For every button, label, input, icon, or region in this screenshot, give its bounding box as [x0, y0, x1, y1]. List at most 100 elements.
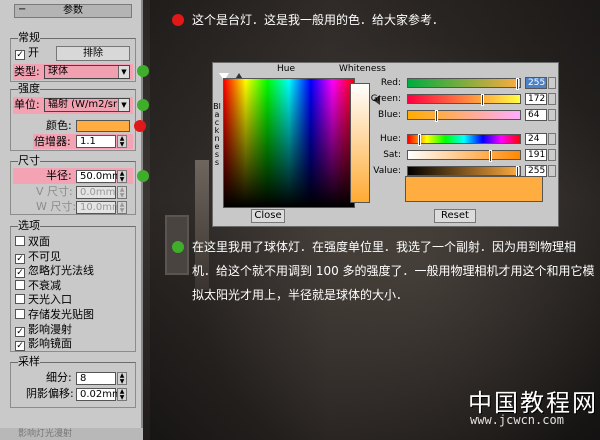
chevron-down-icon: ▼ [118, 99, 129, 111]
wsize-label: W 尺寸: [36, 200, 77, 213]
spinner-arrows-icon[interactable]: ▲ ▼ [117, 135, 127, 148]
light-parameters-panel: − 参数 常规 ✓ 开 排除 类型: 球体 ▼ 强度 单位: 辐射 (W/m2/s… [0, 0, 143, 440]
slider-value[interactable]: 255 [525, 77, 547, 89]
group-sampling [10, 362, 136, 408]
reset-button[interactable]: Reset [434, 209, 476, 223]
slider-track[interactable] [407, 134, 521, 146]
site-url: www.jcwcn.com [470, 413, 564, 427]
option-label: 不衰减 [28, 278, 61, 292]
annotation-marker-color [134, 120, 146, 132]
shadow-bias-label: 阴影偏移: [26, 387, 74, 400]
spinner-arrows-icon[interactable] [548, 133, 556, 145]
whiteness-header: Whiteness [339, 64, 386, 74]
slider-label: Red: [380, 78, 401, 88]
option-checkbox[interactable]: ✓ [15, 341, 25, 352]
slider-knob[interactable] [418, 134, 422, 146]
annotation-marker-radius [137, 170, 149, 182]
option-row[interactable]: ✓ 忽略灯光法线 [15, 264, 94, 279]
option-row[interactable]: ✓ 影响漫射 [15, 323, 72, 337]
slider-row: Red: 255 [371, 77, 558, 90]
type-dropdown[interactable]: 球体 ▼ [44, 65, 130, 79]
color-selector-dialog: Hue Whiteness Blackness Red: 255 Green: 172… [212, 62, 559, 227]
multiplier-value: 1.1 [80, 136, 96, 147]
option-row[interactable]: 双面 [15, 235, 50, 249]
wsize-value: 10.0mm [80, 202, 122, 213]
option-checkbox[interactable] [15, 294, 25, 305]
wsize-spinner[interactable]: 10.0mm ▲ ▼ [76, 201, 127, 214]
radius-value: 50.0mm [80, 171, 122, 182]
chevron-down-icon: ▼ [118, 66, 129, 78]
option-row[interactable]: 不衰减 [15, 279, 61, 293]
current-color-swatch [405, 176, 543, 202]
group-size-label: 尺寸 [18, 154, 40, 167]
slider-track[interactable] [407, 150, 521, 162]
slider-track[interactable] [407, 78, 521, 90]
hue-blackness-picker[interactable] [223, 78, 355, 208]
option-label: 影响镜面 [28, 337, 72, 351]
radius-label: 半径: [46, 169, 72, 182]
rollout-title: 参数 [63, 5, 83, 16]
multiplier-spinner[interactable]: 1.1 ▲ ▼ [76, 135, 127, 148]
slider-value[interactable]: 191 [525, 149, 547, 161]
slider-row: Blue: 64 [371, 109, 558, 122]
slider-value[interactable]: 172 [525, 93, 547, 105]
spinner-arrows-icon[interactable] [548, 77, 556, 89]
on-checkbox-row[interactable]: ✓ 开 [15, 46, 39, 60]
spinner-arrows-icon[interactable]: ▲ ▼ [117, 186, 127, 199]
radius-spinner[interactable]: 50.0mm ▲ ▼ [76, 170, 127, 183]
option-label: 忽略灯光法线 [28, 264, 94, 278]
vsize-spinner[interactable]: 0.0mm ▲ ▼ [76, 186, 127, 199]
option-checkbox[interactable]: ✓ [15, 326, 25, 337]
option-row[interactable]: ✓ 不可见 [15, 250, 61, 264]
close-button[interactable]: Close [251, 209, 285, 223]
option-row[interactable]: ✓ 影响镜面 [15, 337, 72, 352]
option-label: 不可见 [28, 249, 61, 263]
shadow-bias-value: 0.02mm [80, 389, 122, 400]
slider-track[interactable] [407, 94, 521, 106]
option-row[interactable]: 存储发光贴图 [15, 308, 94, 322]
subdivs-spinner[interactable]: 8 ▲ ▼ [76, 372, 127, 385]
option-checkbox[interactable] [15, 279, 25, 290]
slider-row: Hue: 24 [371, 133, 558, 146]
slider-value[interactable]: 64 [525, 109, 547, 121]
option-checkbox[interactable]: ✓ [15, 268, 25, 279]
blackness-label: Blackness [213, 102, 221, 167]
option-checkbox[interactable] [15, 236, 25, 246]
exclude-button[interactable]: 排除 [56, 46, 130, 61]
spinner-arrows-icon[interactable]: ▲ ▼ [117, 372, 127, 385]
unit-dropdown[interactable]: 辐射 (W/m2/sr) ▼ [44, 98, 130, 112]
option-checkbox[interactable] [15, 309, 25, 319]
spinner-arrows-icon[interactable] [548, 149, 556, 161]
option-label: 双面 [28, 235, 50, 248]
slider-knob[interactable] [435, 110, 438, 122]
spinner-arrows-icon[interactable] [548, 93, 556, 105]
slider-value[interactable]: 24 [525, 133, 547, 145]
slider-label: Green: [370, 94, 401, 104]
annotation-marker-type [137, 65, 149, 77]
unit-dropdown-value: 辐射 (W/m2/sr) [48, 99, 122, 110]
slider-knob[interactable] [480, 94, 484, 106]
slider-knob[interactable] [488, 150, 492, 162]
option-label: 天光入口 [28, 293, 72, 307]
rollout-header[interactable]: − 参数 [14, 4, 132, 18]
slider-knob[interactable] [516, 78, 519, 90]
on-checkbox[interactable]: ✓ [15, 50, 25, 60]
hue-header: Hue [277, 64, 296, 74]
spinner-arrows-icon[interactable]: ▲ ▼ [117, 201, 127, 214]
option-row[interactable]: 天光入口 [15, 293, 72, 307]
spinner-arrows-icon[interactable]: ▲ ▼ [117, 388, 127, 401]
on-label: 开 [28, 46, 39, 59]
spinner-arrows-icon[interactable] [548, 109, 556, 121]
group-intensity-label: 强度 [18, 82, 40, 95]
color-swatch[interactable] [76, 120, 130, 132]
slider-track[interactable] [407, 166, 521, 178]
group-general-label: 常规 [18, 31, 40, 44]
option-checkbox[interactable]: ✓ [15, 253, 25, 264]
slider-track[interactable] [407, 110, 521, 122]
spinner-arrows-icon[interactable] [548, 165, 556, 177]
option-label: 存储发光贴图 [28, 308, 94, 321]
shadow-bias-spinner[interactable]: 0.02mm ▲ ▼ [76, 388, 127, 401]
note2-marker [172, 241, 184, 253]
slider-row: Green: 172 [371, 93, 558, 106]
spinner-arrows-icon[interactable]: ▲ ▼ [117, 170, 127, 183]
